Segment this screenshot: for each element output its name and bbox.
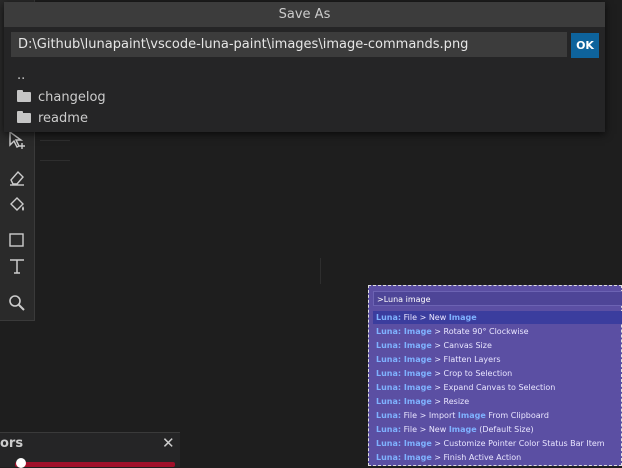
text-tool-icon[interactable]: [7, 256, 27, 276]
palette-item-text: > Expand Canvas to Selection: [431, 383, 556, 392]
palette-item: Luna: Image > Flatten Layers: [373, 353, 622, 366]
palette-item-match: Image: [448, 313, 477, 322]
palette-item-match: Image: [403, 341, 432, 350]
file-entry-label: readme: [38, 111, 88, 126]
folder-item-readme[interactable]: readme: [17, 109, 88, 129]
parent-directory-item[interactable]: ..: [17, 66, 25, 86]
palette-item-text: From Clipboard: [485, 411, 549, 420]
file-entry-label: changelog: [38, 90, 106, 105]
palette-item-match: Image: [457, 411, 486, 420]
palette-item-text: > Customize Pointer Color Status Bar Ite…: [431, 439, 605, 448]
rectangle-tool-icon[interactable]: [7, 230, 27, 250]
palette-item-text: > Flatten Layers: [431, 355, 501, 364]
palette-item-text: File > New: [401, 425, 449, 434]
file-path-input[interactable]: D:\Github\lunapaint\vscode-luna-paint\im…: [11, 32, 567, 57]
move-selection-tool-icon[interactable]: [7, 130, 27, 150]
palette-item: Luna: Image > Canvas Size: [373, 339, 622, 352]
palette-item-prefix: Luna:: [376, 439, 404, 448]
palette-item: Luna: Image > Resize: [373, 395, 622, 408]
palette-item-text: > Finish Active Action: [431, 453, 522, 462]
command-palette-image: >Luna image Luna: File > New Image Luna: …: [368, 285, 622, 466]
palette-item-text: > Rotate 90° Clockwise: [431, 327, 529, 336]
palette-item-text: > Resize: [431, 397, 470, 406]
palette-item-match: Image: [403, 369, 432, 378]
colors-panel-title: ors: [0, 436, 24, 451]
palette-item-prefix: Luna:: [376, 411, 402, 420]
eraser-tool-icon[interactable]: [7, 167, 27, 187]
palette-item-text: > Crop to Selection: [431, 369, 513, 378]
palette-item: Luna: Image > Finish Active Action: [373, 451, 622, 464]
folder-icon: [17, 90, 31, 102]
palette-item-prefix: Luna:: [376, 383, 404, 392]
palette-item-text: > Canvas Size: [431, 341, 492, 350]
palette-item-prefix: Luna:: [376, 425, 402, 434]
colors-panel: ors ✕: [0, 432, 180, 468]
palette-item-text: File > New: [401, 313, 449, 322]
palette-item: Luna: Image > Expand Canvas to Selection: [373, 381, 622, 394]
palette-item: Luna: File > New Image: [373, 311, 622, 324]
palette-item-match: Image: [403, 397, 432, 406]
palette-item: Luna: Image > Rotate 90° Clockwise: [373, 325, 622, 338]
palette-item-prefix: Luna:: [376, 355, 404, 364]
dialog-title: Save As: [4, 2, 605, 27]
palette-item-match: Image: [403, 383, 432, 392]
canvas-guide-line: [40, 140, 70, 141]
palette-item: Luna: File > Import Image From Clipboard: [373, 409, 622, 422]
ok-button[interactable]: OK: [571, 33, 599, 58]
palette-item-prefix: Luna:: [376, 341, 404, 350]
palette-item-text: (Default Size): [476, 425, 534, 434]
palette-item-match: Image: [403, 355, 432, 364]
color-slider-track[interactable]: [15, 462, 175, 467]
palette-item-match: Image: [448, 425, 477, 434]
canvas-guide-line: [40, 160, 70, 161]
palette-item: Luna: Image > Customize Pointer Color St…: [373, 437, 622, 450]
palette-item: Luna: Image > Crop to Selection: [373, 367, 622, 380]
palette-search-input: >Luna image: [373, 291, 622, 306]
palette-item-text: File > Import: [401, 411, 458, 420]
palette-item-prefix: Luna:: [376, 369, 404, 378]
canvas-guide-line: [320, 258, 321, 284]
palette-item-match: Image: [403, 453, 432, 462]
paint-bucket-tool-icon[interactable]: [7, 194, 27, 214]
color-slider-handle[interactable]: [16, 458, 26, 468]
save-as-dialog: Save As D:\Github\lunapaint\vscode-luna-…: [4, 2, 605, 132]
palette-item-prefix: Luna:: [376, 313, 402, 322]
palette-item-match: Image: [403, 327, 432, 336]
palette-item-prefix: Luna:: [376, 327, 404, 336]
file-entry-label: ..: [17, 68, 26, 83]
folder-item-changelog[interactable]: changelog: [17, 88, 106, 108]
palette-item: Luna: File > New Image (Default Size): [373, 423, 622, 436]
zoom-tool-icon[interactable]: [7, 293, 27, 313]
close-icon[interactable]: ✕: [162, 434, 175, 452]
palette-item-prefix: Luna:: [376, 453, 404, 462]
palette-item-match: Image: [403, 439, 432, 448]
palette-item-prefix: Luna:: [376, 397, 404, 406]
folder-icon: [17, 111, 31, 123]
